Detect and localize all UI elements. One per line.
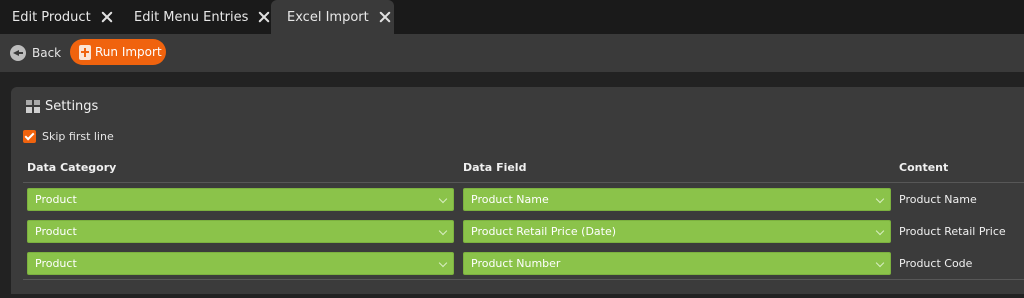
settings-panel: Settings Skip first line Data Category D…: [11, 87, 1024, 294]
content-value: Product Code: [899, 257, 973, 270]
chevron-down-icon: [438, 226, 448, 236]
select-value: Product: [35, 193, 77, 206]
data-category-select[interactable]: Product: [27, 188, 454, 211]
close-icon[interactable]: [101, 11, 113, 23]
run-import-button[interactable]: Run Import: [70, 39, 166, 65]
select-value: Product Name: [471, 193, 549, 206]
skip-first-line-checkbox[interactable]: [23, 129, 36, 143]
select-value: Product Number: [471, 257, 561, 270]
table-bottom-divider: [23, 279, 1024, 280]
content-value: Product Retail Price: [899, 225, 1006, 238]
skip-first-line-label: Skip first line: [42, 129, 114, 143]
header-divider: [23, 182, 1024, 183]
settings-title: Settings: [26, 98, 98, 114]
data-field-select[interactable]: Product Number: [463, 252, 891, 275]
tab-edit-menu-entries[interactable]: Edit Menu Entries: [122, 0, 270, 34]
select-value: Product: [35, 257, 77, 270]
select-value: Product Retail Price (Date): [471, 225, 617, 238]
back-label: Back: [32, 46, 62, 60]
chevron-down-icon: [438, 194, 448, 204]
grid-icon: [26, 99, 40, 113]
data-field-select[interactable]: Product Name: [463, 188, 891, 211]
column-header-data-category: Data Category: [27, 161, 117, 174]
tab-edit-product[interactable]: Edit Product: [0, 0, 113, 34]
data-field-select[interactable]: Product Retail Price (Date): [463, 220, 891, 243]
skip-first-line[interactable]: Skip first line: [23, 129, 114, 143]
tab-label: Excel Import: [287, 9, 369, 25]
tab-excel-import[interactable]: Excel Import: [271, 0, 394, 34]
content-value: Product Name: [899, 193, 977, 206]
chevron-down-icon: [438, 258, 448, 268]
chevron-down-icon: [875, 226, 885, 236]
back-arrow-icon: [10, 45, 26, 61]
column-header-data-field: Data Field: [463, 161, 527, 174]
chevron-down-icon: [875, 194, 885, 204]
chevron-down-icon: [875, 258, 885, 268]
data-category-select[interactable]: Product: [27, 220, 454, 243]
settings-title-label: Settings: [45, 98, 99, 114]
select-value: Product: [35, 225, 77, 238]
run-import-label: Run Import: [95, 45, 162, 59]
close-icon[interactable]: [258, 11, 270, 23]
import-plus-icon: [79, 44, 91, 60]
column-header-content: Content: [899, 161, 949, 174]
close-icon[interactable]: [379, 11, 391, 23]
tab-label: Edit Product: [12, 9, 91, 25]
back-button[interactable]: Back: [10, 42, 61, 64]
tab-label: Edit Menu Entries: [134, 9, 249, 25]
toolbar: Back Run Import: [0, 34, 1024, 72]
tab-bar: Edit Product Edit Menu Entries Excel Imp…: [0, 0, 1024, 34]
data-category-select[interactable]: Product: [27, 252, 454, 275]
